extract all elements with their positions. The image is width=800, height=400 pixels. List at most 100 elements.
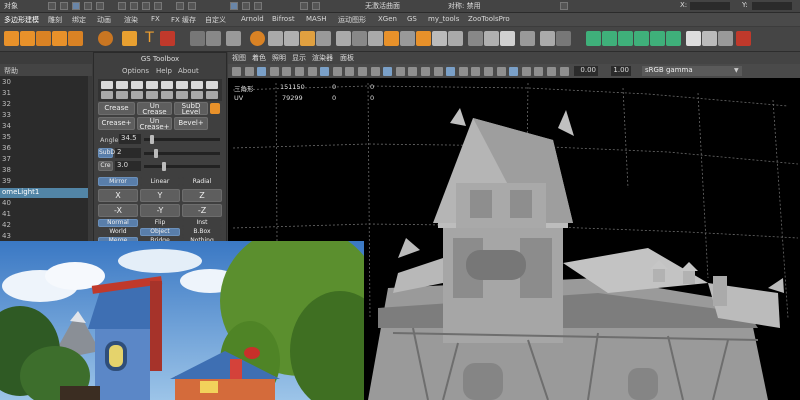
zoo-tools-icon[interactable] bbox=[736, 31, 751, 46]
tab-sculpting[interactable]: 雕刻 bbox=[48, 15, 62, 25]
mirror-x-button[interactable]: X bbox=[98, 189, 138, 202]
image-plane-icon[interactable] bbox=[269, 67, 279, 76]
outliner-item[interactable]: 37 bbox=[0, 155, 88, 165]
tab-fx-cache[interactable]: FX 缓存 bbox=[171, 15, 196, 25]
gs-icon-2[interactable] bbox=[602, 31, 617, 46]
depth-of-field-icon[interactable] bbox=[484, 67, 493, 76]
tab-mash[interactable]: MASH bbox=[306, 15, 327, 23]
outliner-item[interactable]: 39 bbox=[0, 177, 88, 187]
sew-uv-icon[interactable] bbox=[540, 31, 555, 46]
radial-mode-button[interactable]: Radial bbox=[182, 177, 222, 186]
sphere-icon[interactable] bbox=[4, 31, 19, 46]
tab-my-tools[interactable]: my_tools bbox=[428, 15, 459, 23]
outliner-item[interactable]: omeLight1 bbox=[0, 188, 88, 198]
camera-lock-icon[interactable] bbox=[312, 2, 320, 10]
default-material-icon[interactable] bbox=[395, 67, 405, 76]
antialias-icon[interactable] bbox=[471, 67, 481, 76]
help-menu[interactable]: 帮助 bbox=[4, 66, 18, 76]
menu-panels[interactable]: 面板 bbox=[340, 53, 354, 63]
render-settings-icon[interactable] bbox=[254, 2, 262, 10]
gs-icon-1[interactable] bbox=[586, 31, 601, 46]
insert-loop-icon[interactable] bbox=[352, 31, 367, 46]
house-model[interactable] bbox=[368, 108, 784, 400]
save-scene-icon[interactable] bbox=[60, 2, 68, 10]
outliner-item[interactable]: 40 bbox=[0, 199, 88, 209]
symmetry-dropdown[interactable]: 对称: 禁用 bbox=[448, 1, 481, 11]
outliner-item[interactable]: 41 bbox=[0, 210, 88, 220]
textured-icon[interactable] bbox=[408, 67, 418, 76]
snap-plane-icon[interactable] bbox=[154, 2, 162, 10]
angle-slider-handle[interactable] bbox=[150, 135, 154, 144]
subd-toggle[interactable]: SubD bbox=[98, 148, 115, 158]
field-chart-icon[interactable] bbox=[332, 67, 342, 76]
outliner-item[interactable]: 35 bbox=[0, 133, 88, 143]
crossed-arrows-icon[interactable] bbox=[702, 31, 717, 46]
text-tool-icon[interactable]: T bbox=[142, 31, 157, 46]
colorspace-dropdown[interactable]: sRGB gamma bbox=[642, 66, 742, 76]
wireframe-icon[interactable] bbox=[370, 67, 380, 76]
cube-icon[interactable] bbox=[20, 31, 35, 46]
outliner-item[interactable]: 42 bbox=[0, 221, 88, 231]
gs-select-icon[interactable] bbox=[101, 81, 113, 89]
y-field[interactable] bbox=[752, 2, 792, 10]
menu-renderer[interactable]: 渲染器 bbox=[312, 53, 333, 63]
tab-animation[interactable]: 动画 bbox=[97, 15, 111, 25]
extrude-icon[interactable] bbox=[284, 31, 299, 46]
bookmark-icon[interactable] bbox=[257, 67, 267, 76]
render-icon[interactable] bbox=[230, 2, 238, 10]
xray-icon[interactable] bbox=[509, 67, 519, 76]
exposure-icon[interactable] bbox=[547, 67, 556, 76]
torus-icon[interactable] bbox=[98, 31, 113, 46]
shadows-icon[interactable] bbox=[433, 67, 443, 76]
menu-lighting[interactable]: 照明 bbox=[272, 53, 286, 63]
angle-field[interactable]: 34.5 bbox=[119, 134, 141, 144]
boolean-union-icon[interactable] bbox=[250, 31, 265, 46]
mirror-neg-z-button[interactable]: -Z bbox=[182, 204, 222, 217]
gs-icon-6[interactable] bbox=[666, 31, 681, 46]
chevron-down-icon[interactable]: ▼ bbox=[734, 67, 739, 74]
tab-gs[interactable]: GS bbox=[407, 15, 417, 23]
menu-shading[interactable]: 着色 bbox=[252, 53, 266, 63]
mirror-y-button[interactable]: Y bbox=[140, 189, 180, 202]
tab-rigging[interactable]: 绑定 bbox=[72, 15, 86, 25]
history-icon[interactable] bbox=[188, 2, 196, 10]
plane-icon[interactable] bbox=[68, 31, 83, 46]
gs-vertex-icon[interactable] bbox=[146, 81, 158, 89]
ipr-render-icon[interactable] bbox=[242, 2, 250, 10]
gs-select-icon[interactable] bbox=[101, 91, 113, 99]
backface-icon[interactable] bbox=[534, 67, 544, 76]
cut-uv-icon[interactable] bbox=[520, 31, 535, 46]
inst-option[interactable]: Inst bbox=[182, 219, 222, 227]
separate-icon[interactable] bbox=[206, 31, 221, 46]
bridge-icon[interactable] bbox=[300, 31, 315, 46]
safe-action-icon[interactable] bbox=[345, 67, 355, 76]
gs-loop-icon[interactable] bbox=[161, 81, 173, 89]
mirror-neg-x-button[interactable]: -X bbox=[98, 204, 138, 217]
uncrease-plus-button[interactable]: Un Crease+ bbox=[137, 117, 172, 131]
svg-icon[interactable] bbox=[160, 31, 175, 46]
ambient-occlusion-icon[interactable] bbox=[446, 67, 456, 76]
mode-selector[interactable]: 对象 bbox=[4, 1, 18, 11]
select-hierarchy-icon[interactable] bbox=[72, 2, 80, 10]
cre-toggle[interactable]: Cre bbox=[98, 161, 113, 171]
uv-editor-icon[interactable] bbox=[468, 31, 483, 46]
checker-icon[interactable] bbox=[686, 31, 701, 46]
crease-settings-icon[interactable] bbox=[210, 103, 220, 114]
gs-shrink-icon[interactable] bbox=[206, 81, 218, 89]
camera-attributes-icon[interactable] bbox=[244, 67, 254, 76]
gate-mask-icon[interactable] bbox=[320, 67, 330, 76]
camera-select-icon[interactable] bbox=[232, 67, 241, 76]
triangulate-icon[interactable] bbox=[432, 31, 447, 46]
x-field[interactable] bbox=[690, 2, 730, 10]
gs-help-menu[interactable]: Help bbox=[156, 67, 172, 75]
align-icon[interactable] bbox=[718, 31, 733, 46]
angle-slider[interactable] bbox=[144, 138, 220, 141]
crease-button[interactable]: Crease bbox=[98, 102, 135, 115]
outliner-item[interactable]: 31 bbox=[0, 89, 88, 99]
automatic-map-icon[interactable] bbox=[500, 31, 515, 46]
gs-icon-4[interactable] bbox=[634, 31, 649, 46]
gs-shrink-icon[interactable] bbox=[206, 91, 218, 99]
subd-level-button[interactable]: SubD Level bbox=[174, 102, 208, 116]
cre-slider[interactable] bbox=[144, 165, 220, 168]
gs-grow-icon[interactable] bbox=[191, 91, 203, 99]
